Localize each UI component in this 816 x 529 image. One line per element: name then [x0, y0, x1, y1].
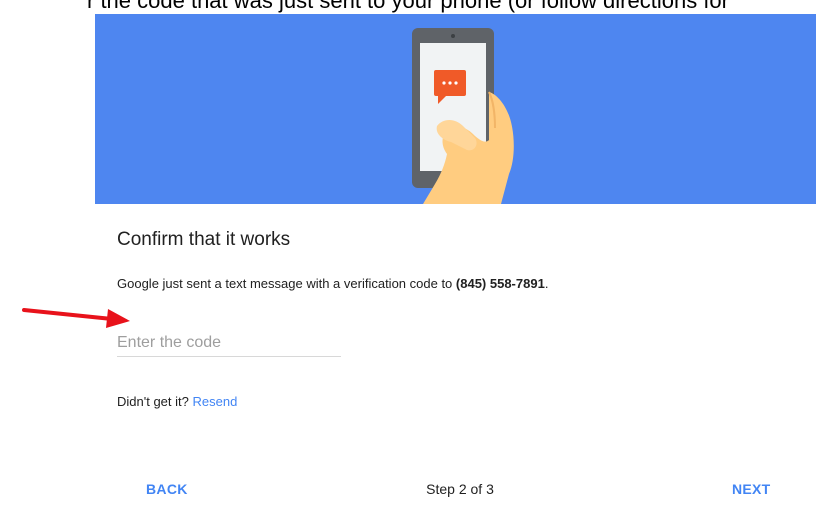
verification-code-input[interactable] — [117, 330, 341, 357]
verification-description: Google just sent a text message with a v… — [117, 276, 548, 291]
description-period: . — [544, 276, 549, 291]
phone-number: (845) 558-7891 — [455, 276, 545, 291]
step-indicator: Step 2 of 3 — [426, 481, 494, 497]
instruction-caption: r the code that was just sent to your ph… — [87, 0, 729, 13]
red-arrow-icon — [22, 308, 130, 328]
back-button[interactable]: BACK — [146, 481, 188, 497]
description-text: Google just sent a text message with a v… — [117, 276, 456, 291]
resend-prompt: Didn't get it? Resend — [117, 394, 237, 409]
page: r the code that was just sent to your ph… — [0, 0, 816, 529]
resend-link[interactable]: Resend — [192, 394, 237, 409]
page-title: Confirm that it works — [117, 229, 291, 250]
hero-banner — [95, 14, 816, 204]
resend-question: Didn't get it? — [117, 394, 189, 409]
next-button[interactable]: NEXT — [732, 481, 771, 497]
phone-illustration — [412, 28, 514, 204]
